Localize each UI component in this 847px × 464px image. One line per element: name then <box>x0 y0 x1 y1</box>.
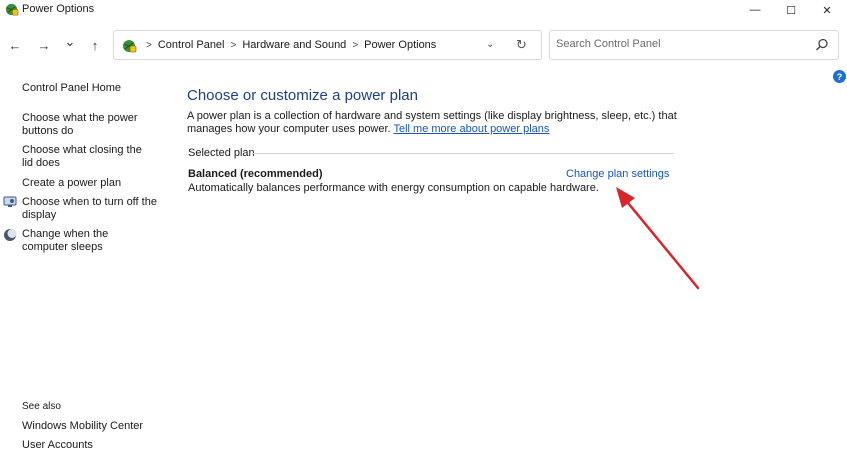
breadcrumb-power-options[interactable]: Power Options <box>364 39 436 51</box>
plan-description: Automatically balances performance with … <box>188 182 599 194</box>
forward-button[interactable]: → <box>35 36 53 54</box>
minimize-icon: — <box>749 4 761 16</box>
windows-mobility-center-link[interactable]: Windows Mobility Center <box>22 420 143 433</box>
control-panel-icon <box>123 40 137 53</box>
forward-arrow-icon: → <box>37 37 51 53</box>
search-box[interactable] <box>549 30 839 60</box>
breadcrumb-separator-icon: > <box>146 39 152 51</box>
breadcrumb: > Control Panel > Hardware and Sound > P… <box>140 39 436 51</box>
create-power-plan-link[interactable]: Create a power plan <box>22 177 121 190</box>
close-icon: ✕ <box>822 4 832 17</box>
up-arrow-icon: ↑ <box>91 37 99 53</box>
power-options-icon <box>5 3 19 16</box>
computer-sleeps-link[interactable]: Change when the computer sleeps <box>22 228 157 254</box>
help-button[interactable]: ? <box>833 70 846 83</box>
plan-name: Balanced (recommended) <box>188 168 323 180</box>
breadcrumb-separator-icon: > <box>230 39 237 51</box>
breadcrumb-control-panel[interactable]: Control Panel <box>158 39 225 51</box>
turn-off-display-link[interactable]: Choose when to turn off the display <box>22 196 157 222</box>
display-icon <box>3 196 17 207</box>
breadcrumb-separator-icon: > <box>352 39 359 51</box>
close-button[interactable]: ✕ <box>810 0 844 20</box>
user-accounts-link[interactable]: User Accounts <box>22 439 93 452</box>
selected-plan-label: Selected plan <box>188 147 255 159</box>
search-icon[interactable] <box>814 37 830 53</box>
back-arrow-icon: ← <box>8 37 22 53</box>
address-bar[interactable]: > Control Panel > Hardware and Sound > P… <box>113 30 542 60</box>
closing-lid-link[interactable]: Choose what closing the lid does <box>22 144 152 170</box>
sleep-moon-icon <box>4 229 17 241</box>
power-buttons-link[interactable]: Choose what the power buttons do <box>22 112 142 138</box>
search-input[interactable] <box>556 38 806 50</box>
minimize-button[interactable]: — <box>738 0 772 20</box>
selected-plan-divider <box>252 153 674 154</box>
refresh-icon[interactable]: ↻ <box>516 37 527 53</box>
power-plan-description: A power plan is a collection of hardware… <box>187 110 687 136</box>
title-bar: Power Options — ☐ ✕ <box>0 0 847 20</box>
maximize-icon: ☐ <box>786 4 796 17</box>
address-dropdown-chevron-icon[interactable]: ⌄ <box>486 39 494 50</box>
up-button[interactable]: ↑ <box>86 36 104 54</box>
chevron-down-icon: ⌄ <box>64 34 76 49</box>
tell-me-more-link[interactable]: Tell me more about power plans <box>393 123 549 135</box>
back-button[interactable]: ← <box>6 36 24 54</box>
annotation-arrow-icon <box>616 187 700 290</box>
maximize-button[interactable]: ☐ <box>774 0 808 20</box>
recent-locations-button[interactable]: ⌄ <box>61 33 79 51</box>
change-plan-settings-link[interactable]: Change plan settings <box>566 168 669 180</box>
control-panel-home-link[interactable]: Control Panel Home <box>22 82 121 95</box>
see-also-label: See also <box>22 401 61 412</box>
page-title: Choose or customize a power plan <box>187 87 418 104</box>
breadcrumb-hardware-and-sound[interactable]: Hardware and Sound <box>242 39 346 51</box>
window-title: Power Options <box>22 3 95 15</box>
navigation-bar: ← → ⌄ ↑ > Control Panel > Hardware and S… <box>0 28 847 62</box>
